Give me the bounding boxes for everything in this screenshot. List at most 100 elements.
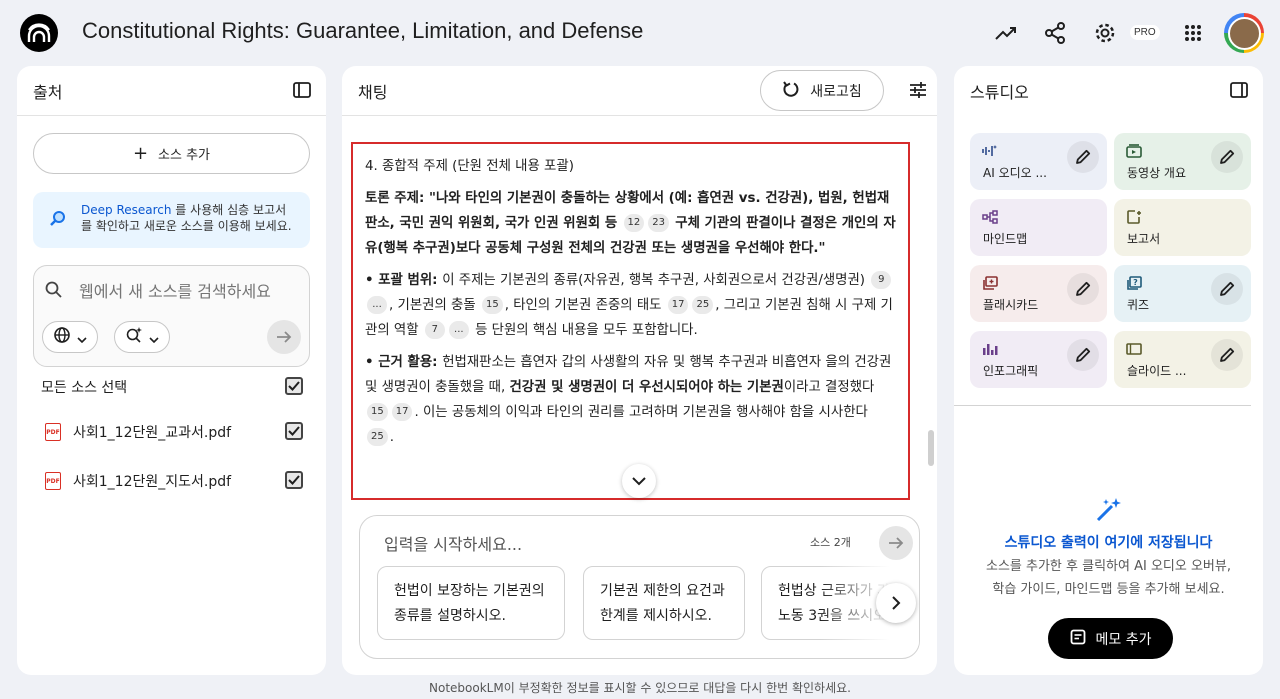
quiz-icon: ? bbox=[1126, 275, 1142, 294]
customize-button[interactable] bbox=[1067, 141, 1099, 173]
app-header: Constitutional Rights: Guarantee, Limita… bbox=[0, 0, 1280, 66]
pencil-edit-icon bbox=[1076, 347, 1091, 362]
studio-tile-label: 퀴즈 bbox=[1127, 298, 1150, 312]
source-name: 사회1_12단원_교과서.pdf bbox=[73, 425, 232, 441]
chat-input[interactable]: 입력을 시작하세요... bbox=[384, 531, 522, 555]
collapse-panel-icon[interactable] bbox=[292, 80, 314, 102]
apps-grid-icon[interactable] bbox=[1180, 20, 1206, 46]
deep-research-banner[interactable]: Deep Research 를 사용해 심층 보고서 를 확인하고 새로운 소스… bbox=[33, 192, 310, 248]
customize-button[interactable] bbox=[1067, 273, 1099, 305]
add-memo-label: 메모 추가 bbox=[1095, 631, 1152, 648]
suggested-question[interactable]: 헌법이 보장하는 기본권의 종류를 설명하시오. bbox=[377, 566, 565, 640]
citation-more-chip[interactable]: ... bbox=[367, 296, 387, 314]
pencil-edit-icon bbox=[1076, 149, 1091, 164]
notebooklm-logo-icon[interactable] bbox=[20, 14, 58, 52]
studio-divider bbox=[954, 405, 1251, 406]
chat-scrollbar[interactable] bbox=[928, 430, 934, 466]
pencil-edit-icon bbox=[1220, 347, 1235, 362]
refresh-icon bbox=[782, 80, 800, 102]
chevron-down-icon bbox=[149, 328, 159, 347]
plus-icon: + bbox=[132, 143, 149, 164]
chat-panel: 채팅 새로고침 4. 종합적 주제 (단원 전체 내용 포괄) 토론 주제: "… bbox=[342, 66, 937, 675]
chevron-down-icon bbox=[632, 476, 646, 485]
source-item[interactable]: PDF 사회1_12단원_지도서.pdf bbox=[41, 469, 303, 493]
studio-tile[interactable]: 인포그래픽 bbox=[970, 331, 1107, 388]
submit-search-button[interactable] bbox=[267, 320, 301, 354]
citation-chip[interactable]: 7 bbox=[424, 321, 445, 339]
analytics-icon[interactable] bbox=[993, 20, 1019, 46]
customize-button[interactable] bbox=[1211, 141, 1243, 173]
studio-tile[interactable]: AI 오디오 ... bbox=[970, 133, 1107, 190]
citation-chip[interactable]: 17 bbox=[391, 403, 413, 421]
deep-research-text: 를 사용해 심층 보고서 bbox=[171, 203, 287, 217]
refresh-label: 새로고침 bbox=[810, 83, 862, 100]
studio-tile[interactable]: 슬라이드 ... bbox=[1114, 331, 1251, 388]
disclaimer-footer: NotebookLM이 부정확한 정보를 표시할 수 있으므로 대답을 다시 한… bbox=[429, 681, 851, 695]
sources-panel-title: 출처 bbox=[33, 82, 63, 102]
sources-panel-header: 출처 bbox=[17, 66, 326, 116]
audio-icon bbox=[982, 143, 998, 162]
citation-chip[interactable]: 15 bbox=[481, 296, 503, 314]
deep-research-text-2: 를 확인하고 새로운 소스를 이용해 보세요. bbox=[81, 219, 292, 233]
share-icon[interactable] bbox=[1042, 20, 1068, 46]
next-suggestions-button[interactable] bbox=[876, 583, 916, 623]
tune-settings-icon[interactable] bbox=[908, 80, 928, 104]
studio-tile-label: 슬라이드 ... bbox=[1127, 364, 1187, 378]
suggested-question[interactable]: 기본권 제한의 요건과 한계를 제시하시오. bbox=[583, 566, 745, 640]
source-item[interactable]: PDF 사회1_12단원_교과서.pdf bbox=[41, 420, 303, 444]
collapse-panel-icon[interactable] bbox=[1229, 80, 1251, 102]
sources-panel: 출처 + 소스 추가 Deep Research 를 사용해 심층 보고서 를 … bbox=[17, 66, 326, 675]
chat-response-message: 4. 종합적 주제 (단원 전체 내용 포괄) 토론 주제: "나와 타인의 기… bbox=[351, 142, 910, 500]
chevron-right-icon bbox=[891, 596, 900, 610]
refresh-button[interactable]: 새로고침 bbox=[760, 70, 884, 111]
notebook-title[interactable]: Constitutional Rights: Guarantee, Limita… bbox=[82, 18, 643, 44]
studio-tile-label: 동영상 개요 bbox=[1127, 166, 1187, 180]
studio-empty-state: 스튜디오 출력이 여기에 저장됩니다 소스를 추가한 후 클릭하여 AI 오디오… bbox=[954, 496, 1263, 601]
web-search-input[interactable] bbox=[79, 282, 299, 301]
citation-chip[interactable]: 12 bbox=[623, 214, 645, 232]
studio-tile[interactable]: ? 퀴즈 bbox=[1114, 265, 1251, 322]
customize-button[interactable] bbox=[1211, 273, 1243, 305]
settings-gear-icon[interactable] bbox=[1092, 20, 1118, 46]
add-memo-button[interactable]: 메모 추가 bbox=[1048, 618, 1173, 659]
web-source-dropdown[interactable] bbox=[42, 321, 98, 353]
add-source-button[interactable]: + 소스 추가 bbox=[33, 133, 310, 174]
select-all-sources-row[interactable]: 모든 소스 선택 bbox=[41, 375, 303, 399]
studio-tile[interactable]: 플래시카드 bbox=[970, 265, 1107, 322]
studio-tile-label: 인포그래픽 bbox=[983, 364, 1039, 378]
deep-research-link[interactable]: Deep Research bbox=[81, 203, 171, 217]
source-checkbox[interactable] bbox=[285, 471, 303, 489]
citation-chip[interactable]: 17 bbox=[667, 296, 689, 314]
citation-chip[interactable]: 9 bbox=[871, 271, 892, 289]
customize-button[interactable] bbox=[1067, 339, 1099, 371]
studio-tile-label: 플래시카드 bbox=[983, 298, 1039, 312]
citation-chip[interactable]: 23 bbox=[648, 214, 669, 232]
citation-chip[interactable]: 25 bbox=[367, 428, 388, 446]
pencil-edit-icon bbox=[1076, 281, 1091, 296]
citation-more-chip[interactable]: ... bbox=[448, 321, 469, 339]
studio-tile[interactable]: 보고서 bbox=[1114, 199, 1251, 256]
pdf-file-icon: PDF bbox=[45, 423, 61, 441]
studio-tile-label: 마인드맵 bbox=[983, 232, 1028, 246]
studio-tile[interactable]: 마인드맵 bbox=[970, 199, 1107, 256]
report-icon bbox=[1126, 209, 1142, 228]
citation-chip[interactable]: 25 bbox=[692, 296, 714, 314]
studio-tile[interactable]: 동영상 개요 bbox=[1114, 133, 1251, 190]
source-checkbox[interactable] bbox=[285, 422, 303, 440]
web-source-search bbox=[33, 265, 310, 367]
chat-panel-title: 채팅 bbox=[358, 82, 388, 102]
select-all-label: 모든 소스 선택 bbox=[41, 380, 128, 396]
pro-badge: PRO bbox=[1130, 25, 1160, 40]
send-button[interactable] bbox=[879, 526, 913, 560]
select-all-checkbox[interactable] bbox=[285, 377, 303, 395]
slides-icon bbox=[1126, 341, 1142, 360]
svg-text:?: ? bbox=[1133, 278, 1138, 287]
customize-button[interactable] bbox=[1211, 339, 1243, 371]
citation-chip[interactable]: 15 bbox=[367, 403, 388, 421]
user-avatar[interactable] bbox=[1224, 13, 1264, 53]
scroll-to-bottom-button[interactable] bbox=[622, 464, 656, 498]
pencil-edit-icon bbox=[1220, 281, 1235, 296]
research-mode-dropdown[interactable] bbox=[114, 321, 170, 353]
chat-composer: 입력을 시작하세요... 소스 2개 헌법이 보장하는 기본권의 종류를 설명하… bbox=[359, 515, 920, 659]
message-heading: 4. 종합적 주제 (단원 전체 내용 포괄) bbox=[365, 159, 574, 174]
